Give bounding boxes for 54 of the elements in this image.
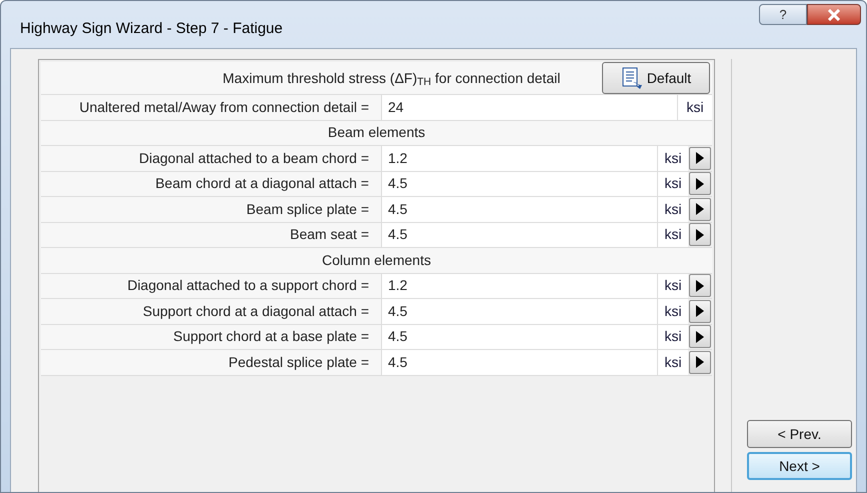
arrow-button[interactable] [689, 172, 711, 196]
play-icon [696, 330, 704, 343]
field-label: Support chord at a base plate = [41, 324, 382, 349]
unit-label: ksi [658, 197, 688, 222]
arrow-button[interactable] [689, 300, 711, 323]
unit-label: ksi [658, 350, 688, 374]
value-field[interactable]: 4.5 [382, 324, 658, 349]
play-icon [696, 280, 704, 292]
arrow-button[interactable] [689, 198, 711, 221]
nav-button[interactable]: Next > [747, 452, 852, 480]
unit-label: ksi [658, 172, 688, 196]
play-icon [696, 305, 704, 318]
arrow-button[interactable] [689, 146, 711, 170]
value-field[interactable]: 4.5 [382, 222, 658, 247]
help-button[interactable]: ? [759, 4, 807, 25]
field-label: Diagonal attached to a support chord = [41, 274, 382, 298]
field-label: Diagonal attached to a beam chord = [41, 146, 382, 170]
play-icon [696, 203, 704, 216]
field-label: Unaltered metal/Away from connection detail = [41, 95, 382, 120]
field-label: Beam seat = [41, 222, 382, 247]
close-icon [827, 8, 841, 20]
nav-button[interactable]: < Prev. [747, 420, 852, 448]
unit-label: ksi [678, 95, 712, 120]
field-label: Beam chord at a diagonal attach = [41, 172, 382, 196]
arrow-button[interactable] [689, 350, 711, 374]
value-field[interactable]: 1.2 [382, 146, 658, 170]
unit-label: ksi [658, 274, 688, 298]
value-field[interactable]: 4.5 [382, 197, 658, 222]
value-field[interactable]: 1.2 [382, 274, 658, 298]
play-icon [696, 356, 704, 368]
arrow-button[interactable] [689, 325, 711, 348]
value-field[interactable]: 4.5 [382, 299, 658, 324]
value-field[interactable]: 4.5 [382, 172, 658, 196]
document-icon [620, 67, 643, 89]
arrow-button[interactable] [689, 274, 711, 298]
field-label: Pedestal splice plate = [41, 350, 382, 374]
unit-label: ksi [658, 324, 688, 349]
section-heading: Beam elements [41, 120, 712, 145]
window-title: Highway Sign Wizard - Step 7 - Fatigue [20, 19, 283, 39]
field-label: Beam splice plate = [41, 197, 382, 222]
value-field[interactable]: 24 [382, 95, 678, 120]
play-icon [696, 152, 704, 164]
section-heading: Column elements [41, 248, 712, 272]
arrow-button[interactable] [689, 223, 711, 246]
table-heading: Maximum threshold stress (ΔF)$_{TH}$ for connection detail [222, 68, 562, 88]
field-label: Support chord at a diagonal attach = [41, 299, 382, 324]
play-icon [696, 228, 704, 241]
unit-label: ksi [658, 146, 688, 170]
unit-label: ksi [658, 222, 688, 247]
unit-label: ksi [658, 299, 688, 324]
close-button[interactable] [807, 4, 861, 25]
play-icon [696, 178, 704, 190]
value-field[interactable]: 4.5 [382, 350, 658, 374]
default-button[interactable]: Default [602, 62, 710, 94]
